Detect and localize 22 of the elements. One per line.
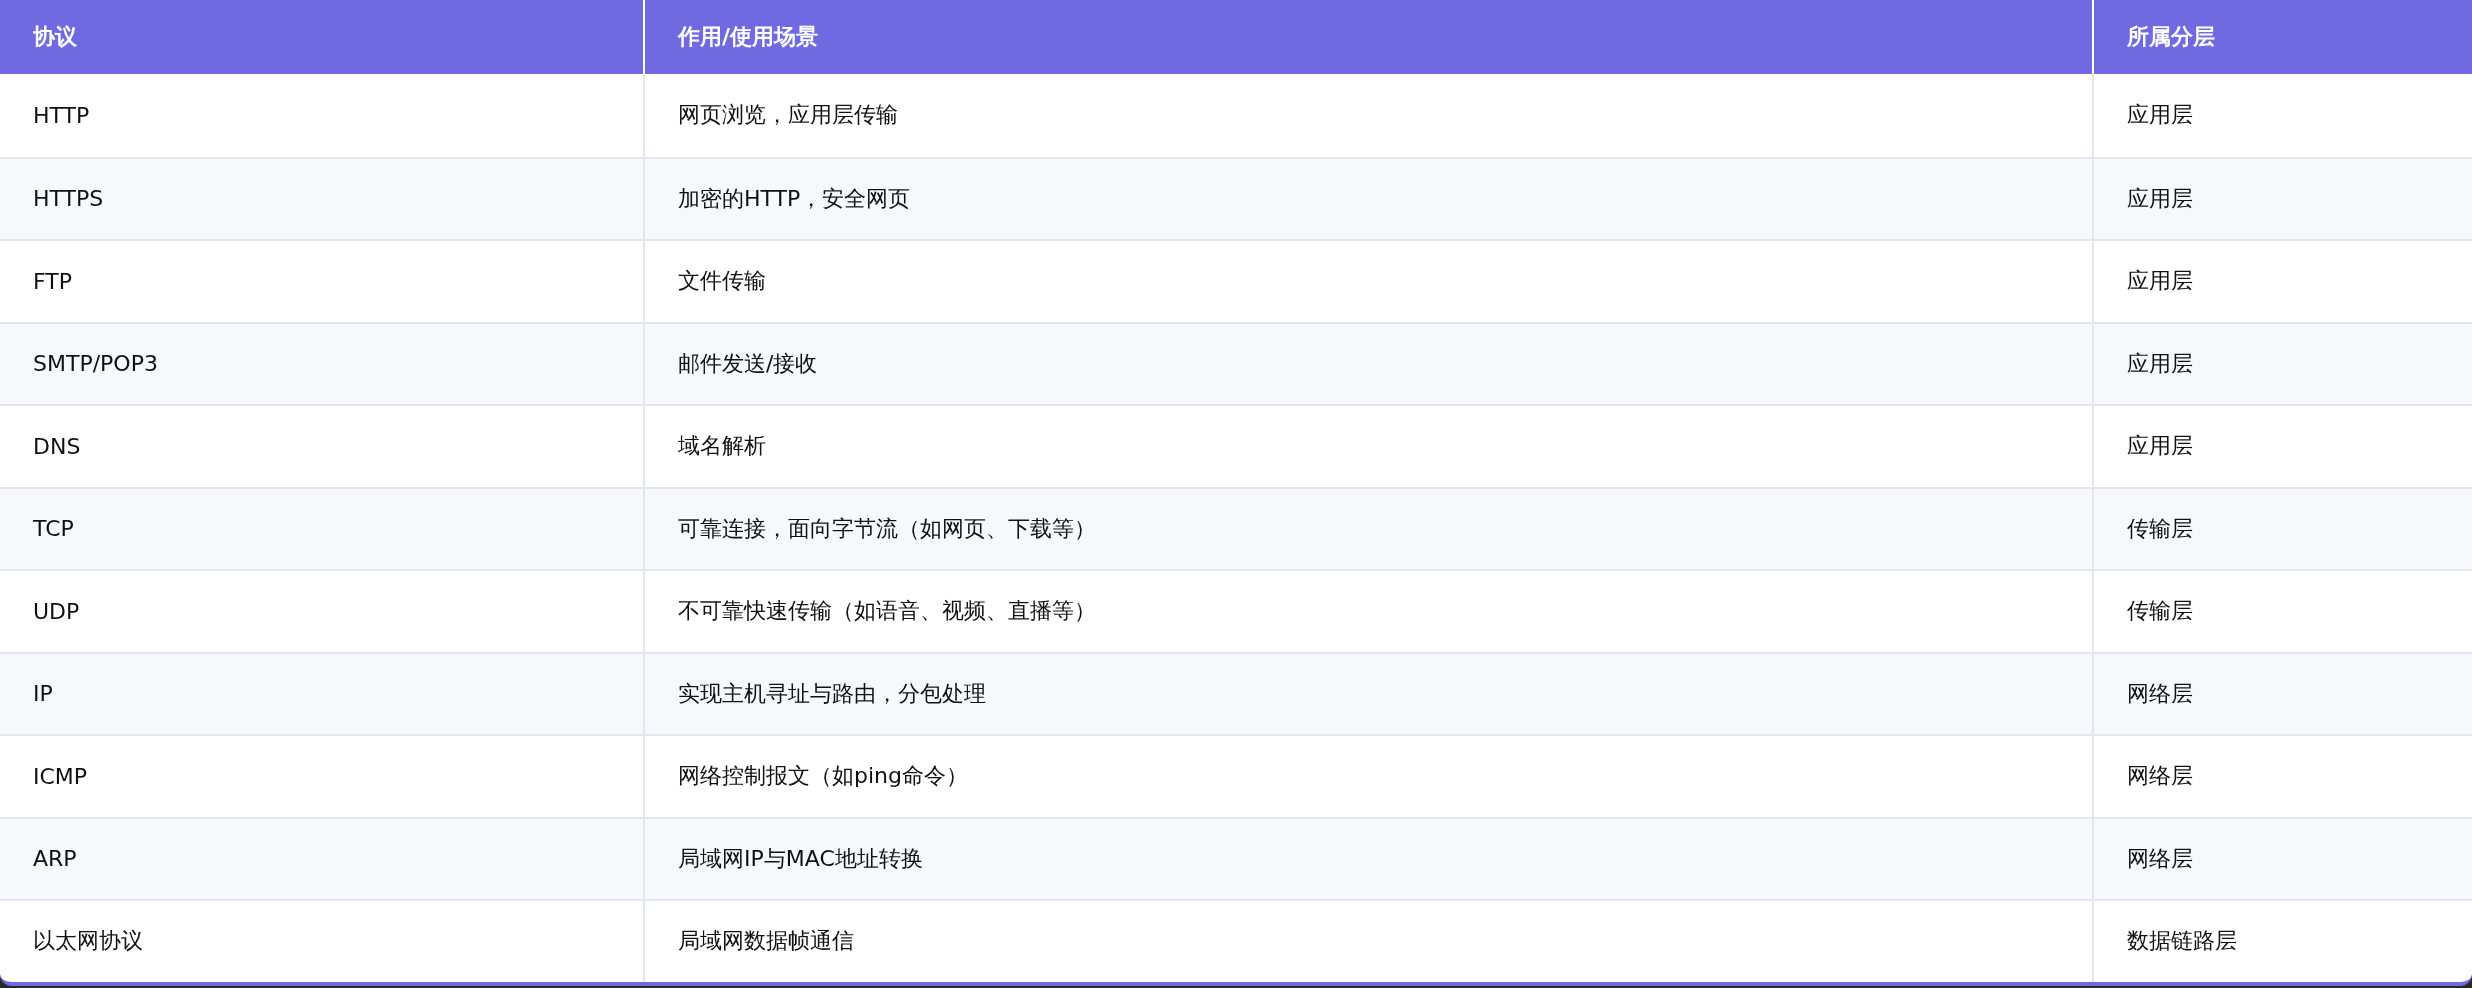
- table-cell: 邮件发送/接收: [643, 321, 2092, 404]
- table-cell: ARP: [0, 816, 643, 899]
- table-cell-text: HTTP: [32, 101, 91, 130]
- table-cell: 以太网协议: [0, 899, 643, 982]
- table-cell: SMTP/POP3: [0, 321, 643, 404]
- table-cell: 可靠连接，面向字节流（如网页、下载等）: [643, 486, 2092, 569]
- column-header: 所属分层: [2092, 0, 2472, 74]
- table-cell: IP: [0, 651, 643, 734]
- table-cell: 数据链路层: [2092, 899, 2472, 982]
- table-cell: 网络层: [2092, 816, 2472, 899]
- table-cell: 网络层: [2092, 651, 2472, 734]
- table-cell: 局域网IP与MAC地址转换: [643, 816, 2092, 899]
- column-header: 协议: [0, 0, 643, 74]
- column-header: 作用/使用场景: [643, 0, 2092, 74]
- table-cell: 加密的HTTP，安全网页: [643, 156, 2092, 239]
- table-cell: HTTPS: [0, 156, 643, 239]
- table-cell: 局域网数据帧通信: [643, 899, 2092, 982]
- table-cell: 实现主机寻址与路由，分包处理: [643, 651, 2092, 734]
- table-cell: 应用层: [2092, 156, 2472, 239]
- table-cell: 传输层: [2092, 486, 2472, 569]
- table-cell: 应用层: [2092, 321, 2472, 404]
- table-cell: TCP: [0, 486, 643, 569]
